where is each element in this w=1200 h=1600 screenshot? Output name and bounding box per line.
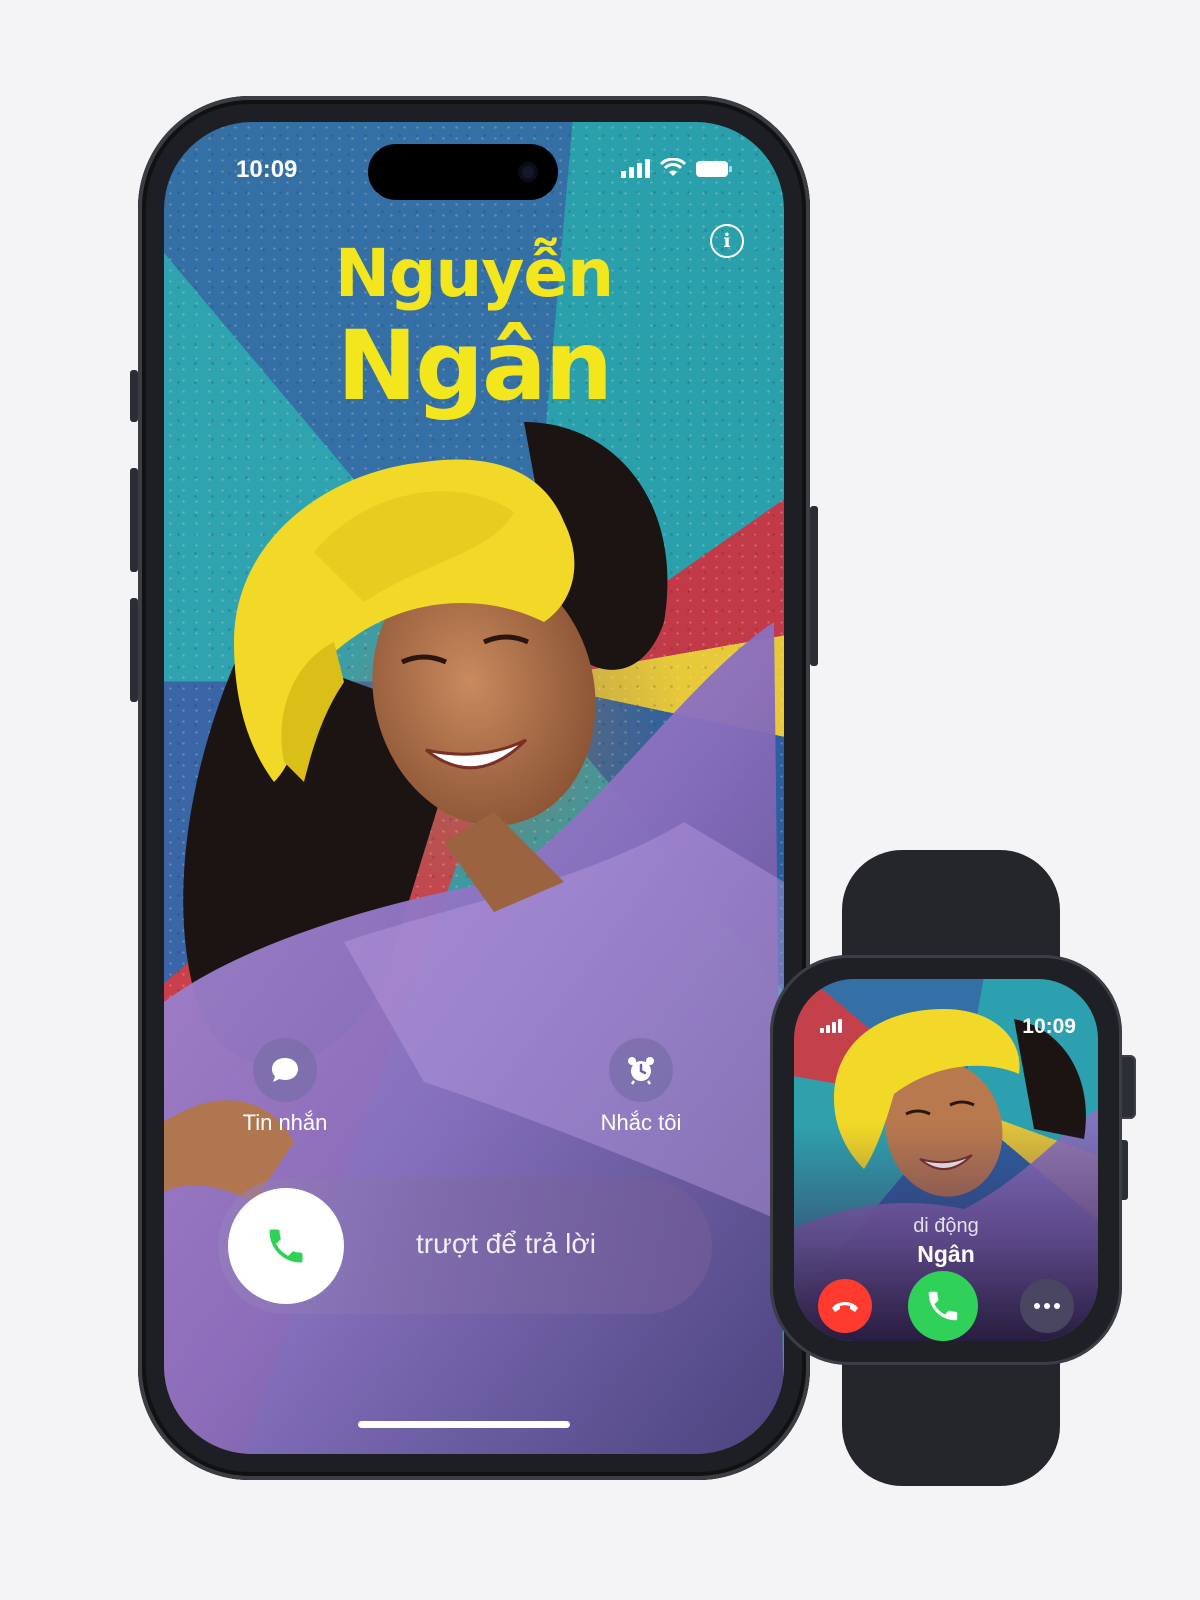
watch-signal-icon [820,1019,842,1033]
alarm-clock-icon [609,1038,673,1102]
slide-to-answer-slider[interactable]: trượt để trả lời [218,1178,712,1314]
iphone-device: 10:09 i Nguyễn Ngân Tin nhắn Nhắc tôi tr… [130,96,818,1480]
accept-button[interactable] [908,1271,978,1341]
phone-down-icon [832,1302,858,1312]
ellipsis-icon [1034,1303,1060,1309]
status-time: 10:09 [236,156,298,183]
dynamic-island [368,144,558,200]
remind-me-button[interactable]: Nhắc tôi [576,1038,706,1136]
apple-watch-device: 10:09 di động Ngân [770,955,1122,1365]
answer-knob[interactable] [228,1188,344,1304]
cellular-signal-icon [621,159,650,178]
volume-up-button [130,468,138,572]
side-button [810,506,818,666]
contact-last-name: Ngân [336,310,613,422]
slide-to-answer-label: trượt để trả lời [416,1228,596,1259]
phone-icon [269,1229,303,1263]
watch-caller-type: di động [913,1215,979,1237]
volume-down-button [130,598,138,702]
watch-incoming-call-screen: 10:09 di động Ngân [794,979,1098,1341]
decline-button[interactable] [818,1279,872,1333]
contact-first-name: Nguyễn [334,235,614,312]
message-button[interactable]: Tin nhắn [220,1038,350,1136]
incoming-call-screen: 10:09 i Nguyễn Ngân Tin nhắn Nhắc tôi tr… [164,122,784,1454]
watch-caller-name: Ngân [917,1241,975,1267]
status-icons [621,158,732,178]
wifi-icon [660,158,686,176]
battery-icon [696,161,732,177]
watch-time: 10:09 [1022,1015,1076,1038]
message-label: Tin nhắn [242,1110,328,1135]
front-camera [518,162,538,182]
remind-me-label: Nhắc tôi [600,1110,682,1135]
more-button[interactable] [1020,1279,1074,1333]
action-button [130,370,138,422]
home-indicator [358,1421,570,1428]
phone-icon [928,1291,958,1321]
contact-name: Nguyễn Ngân [164,234,784,418]
message-bubble-icon [253,1038,317,1102]
